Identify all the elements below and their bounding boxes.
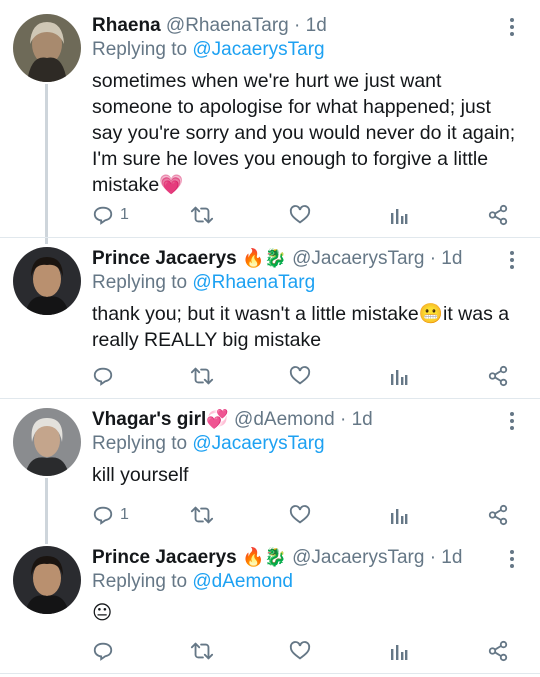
name-emoji: 🔥🐉 [242, 248, 287, 269]
tweet-actions: 1 [92, 502, 532, 528]
tweet-actions [92, 638, 532, 664]
reply-count: 1 [120, 206, 129, 223]
more-vertical-icon[interactable] [508, 249, 516, 271]
analytics-button[interactable] [389, 202, 409, 228]
share-button[interactable] [487, 363, 509, 389]
like-button[interactable] [289, 638, 311, 664]
heart-icon [289, 205, 311, 224]
timestamp[interactable]: 1d [441, 248, 462, 269]
replying-to: Replying to @RhaenaTarg [92, 271, 315, 295]
retweet-icon [190, 506, 214, 524]
like-button[interactable] [289, 202, 311, 228]
separator: · [294, 15, 301, 36]
retweet-button[interactable] [190, 202, 214, 228]
reply-mention-link[interactable]: @dAemond [192, 571, 293, 592]
share-button[interactable] [487, 638, 509, 664]
reply-icon [93, 367, 113, 386]
retweet-icon [190, 642, 214, 660]
tweet-header: Prince Jacaerys 🔥🐉 @JacaerysTarg · 1d [92, 247, 462, 271]
analytics-icon [391, 645, 408, 660]
replying-to-label: Replying to [92, 272, 193, 293]
share-icon [488, 504, 508, 526]
tweet-text: sometimes when we're hurt we just want s… [92, 70, 516, 196]
tweet-text: kill yourself [92, 464, 189, 486]
reply-icon [93, 642, 113, 661]
tweet-text: 😐 [92, 602, 113, 624]
more-vertical-icon[interactable] [508, 410, 516, 432]
tweet-header: Prince Jacaerys 🔥🐉 @JacaerysTarg · 1d [92, 546, 462, 570]
reply-button[interactable]: 1 [92, 202, 129, 228]
timestamp[interactable]: 1d [352, 409, 373, 430]
heart-icon [289, 505, 311, 524]
share-icon [488, 365, 508, 387]
timestamp[interactable]: 1d [441, 547, 462, 568]
divider [0, 237, 540, 238]
reply-button[interactable] [92, 638, 120, 664]
like-button[interactable] [289, 502, 311, 528]
more-vertical-icon[interactable] [508, 548, 516, 570]
thread-line [45, 84, 48, 244]
separator: · [339, 409, 347, 430]
name-emoji: 💞 [206, 409, 229, 430]
tweet-actions: 1 [92, 202, 532, 228]
heart-icon [289, 366, 311, 385]
user-handle[interactable]: @JacaerysTarg [292, 547, 424, 568]
replying-to: Replying to @JacaerysTarg [92, 432, 325, 456]
reply-icon [93, 206, 113, 225]
analytics-button[interactable] [389, 638, 409, 664]
replying-to: Replying to @JacaerysTarg [92, 38, 325, 62]
reply-button[interactable]: 1 [92, 502, 129, 528]
separator: · [429, 248, 437, 269]
reply-icon [93, 506, 113, 525]
reply-count: 1 [120, 506, 129, 523]
user-handle[interactable]: @JacaerysTarg [292, 248, 424, 269]
avatar[interactable] [13, 408, 81, 476]
retweet-icon [190, 367, 214, 385]
replying-to-label: Replying to [92, 571, 193, 592]
more-vertical-icon[interactable] [508, 16, 516, 38]
display-name[interactable]: Prince Jacaerys [92, 248, 237, 269]
tweet-actions [92, 363, 532, 389]
reply-mention-link[interactable]: @RhaenaTarg [192, 272, 315, 293]
replying-to: Replying to @dAemond [92, 570, 293, 594]
like-button[interactable] [289, 363, 311, 389]
share-icon [488, 640, 508, 662]
user-handle[interactable]: @RhaenaTarg [166, 15, 289, 36]
analytics-icon [391, 370, 408, 385]
heart-icon [289, 641, 311, 660]
share-icon [488, 204, 508, 226]
thread-line [45, 478, 48, 544]
analytics-icon [391, 509, 408, 524]
retweet-icon [190, 206, 214, 224]
analytics-button[interactable] [389, 363, 409, 389]
tweet-header: Rhaena @RhaenaTarg · 1d [92, 14, 327, 38]
replying-to-label: Replying to [92, 433, 193, 454]
divider [0, 398, 540, 399]
analytics-icon [391, 209, 408, 224]
avatar[interactable] [13, 247, 81, 315]
reply-button[interactable] [92, 363, 120, 389]
replying-to-label: Replying to [92, 39, 193, 60]
share-button[interactable] [487, 502, 509, 528]
display-name[interactable]: Prince Jacaerys [92, 547, 237, 568]
divider [0, 673, 540, 674]
tweet-text: thank you; but it wasn't a little mistak… [92, 303, 510, 351]
retweet-button[interactable] [190, 502, 214, 528]
reply-mention-link[interactable]: @JacaerysTarg [192, 433, 324, 454]
display-name[interactable]: Vhagar's girl [92, 409, 206, 430]
display-name[interactable]: Rhaena [92, 15, 161, 36]
name-emoji: 🔥🐉 [242, 547, 287, 568]
analytics-button[interactable] [389, 502, 409, 528]
avatar[interactable] [13, 14, 81, 82]
retweet-button[interactable] [190, 638, 214, 664]
tweet-header: Vhagar's girl💞 @dAemond · 1d [92, 408, 373, 432]
user-handle[interactable]: @dAemond [234, 409, 335, 430]
share-button[interactable] [487, 202, 509, 228]
retweet-button[interactable] [190, 363, 214, 389]
reply-mention-link[interactable]: @JacaerysTarg [192, 39, 324, 60]
timestamp[interactable]: 1d [306, 15, 327, 36]
separator: · [429, 547, 437, 568]
avatar[interactable] [13, 546, 81, 614]
